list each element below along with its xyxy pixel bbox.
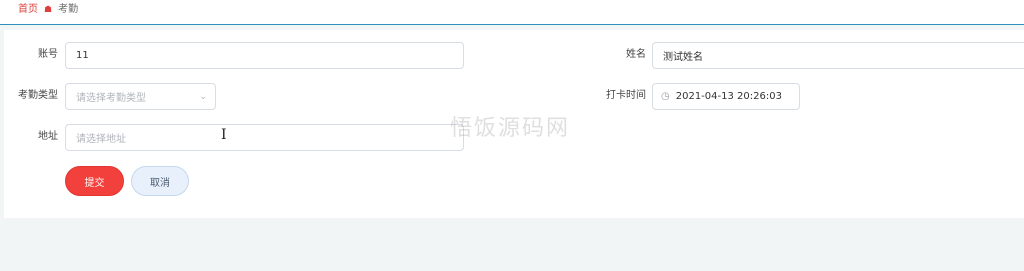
name-label: 姓名: [626, 49, 646, 60]
watermark: 悟饭源码网: [450, 116, 571, 141]
address-input[interactable]: 请选择地址: [65, 124, 464, 151]
text-cursor-icon: I: [221, 127, 227, 143]
clock-in-time-label: 打卡时间: [606, 90, 646, 101]
address-label: 地址: [38, 131, 58, 142]
account-label: 账号: [38, 49, 58, 60]
account-value: 11: [76, 50, 89, 61]
account-input[interactable]: 11: [65, 42, 464, 69]
cancel-button[interactable]: 取消: [131, 166, 189, 196]
clock-in-time-picker[interactable]: ◷ 2021-04-13 20:26:03: [652, 83, 800, 110]
clock-icon: ◷: [661, 91, 670, 102]
address-placeholder: 请选择地址: [76, 134, 126, 145]
name-value: 测试姓名: [663, 52, 703, 63]
submit-button[interactable]: 提交: [65, 166, 124, 196]
top-bar: 首页 ☗ 考勤: [0, 0, 1024, 25]
clock-in-time-value: 2021-04-13 20:26:03: [675, 91, 782, 102]
breadcrumb-current: 考勤: [58, 4, 79, 15]
breadcrumb: 首页 ☗ 考勤: [18, 4, 78, 16]
home-icon: ☗: [44, 5, 53, 15]
chevron-down-icon: ⌄: [199, 92, 207, 102]
attendance-type-placeholder: 请选择考勤类型: [76, 93, 146, 104]
name-input[interactable]: 测试姓名: [652, 42, 1024, 69]
breadcrumb-home[interactable]: 首页: [18, 4, 38, 16]
attendance-type-select[interactable]: 请选择考勤类型 ⌄: [65, 83, 216, 110]
attendance-type-label: 考勤类型: [18, 90, 58, 101]
